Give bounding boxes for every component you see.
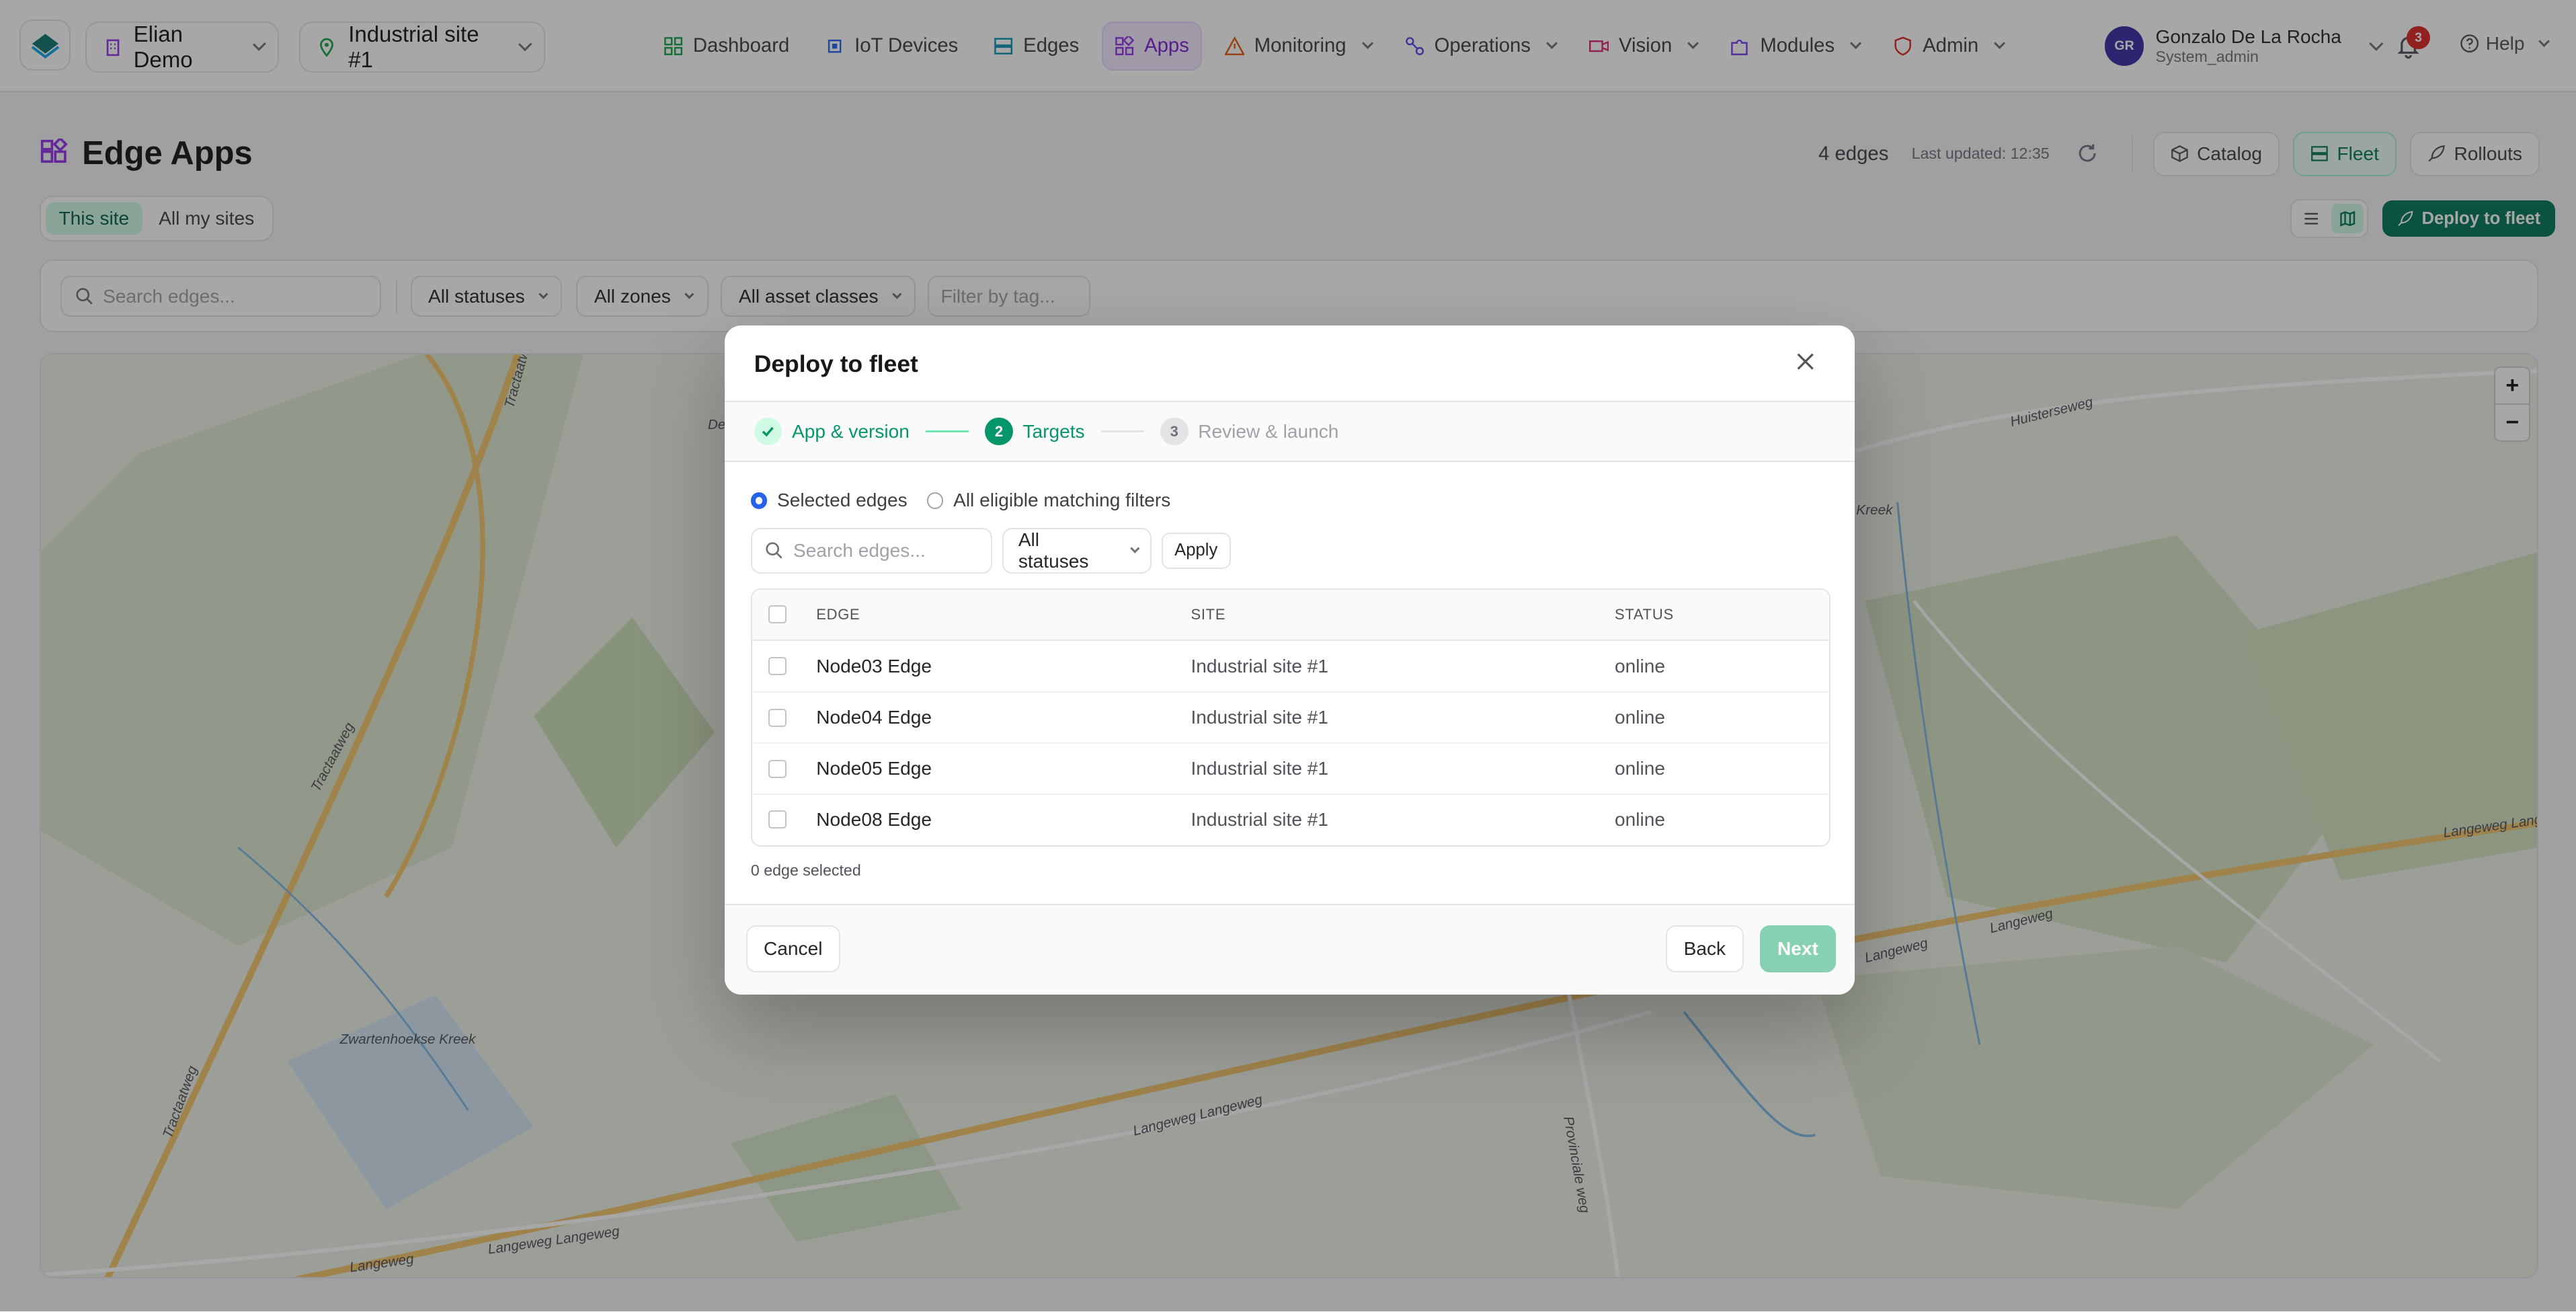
radio-all-eligible[interactable] [926, 492, 944, 509]
edge-status: online [1614, 758, 1665, 779]
edge-site: Industrial site #1 [1191, 707, 1329, 728]
step-connector [1101, 430, 1144, 432]
step-targets: Targets [1022, 420, 1085, 442]
select-all-checkbox[interactable] [768, 605, 787, 624]
table-row[interactable]: Node08 Edge Industrial site #1 online [752, 793, 1828, 845]
row-checkbox[interactable] [768, 708, 787, 727]
back-button[interactable]: Back [1666, 925, 1744, 973]
step-review-launch: Review & launch [1198, 420, 1339, 442]
table-row[interactable]: Node03 Edge Industrial site #1 online [752, 641, 1828, 692]
dialog-title: Deploy to fleet [754, 350, 918, 377]
apply-button[interactable]: Apply [1161, 532, 1231, 569]
app-root: Elian Demo Industrial site #1 Dashboard … [0, 0, 2576, 1312]
table-row[interactable]: Node04 Edge Industrial site #1 online [752, 691, 1828, 742]
dialog-search-input[interactable]: Search edges... [750, 527, 993, 574]
search-placeholder: Search edges... [793, 539, 926, 561]
radio-all-eligible-label: All eligible matching filters [953, 490, 1171, 511]
row-checkbox[interactable] [768, 810, 787, 829]
deploy-to-fleet-dialog: Deploy to fleet App & version 2 Targets … [724, 325, 1855, 995]
next-button[interactable]: Next [1759, 925, 1837, 973]
close-icon[interactable] [1796, 352, 1815, 371]
step-app-version[interactable]: App & version [792, 421, 910, 442]
edge-name: Node05 Edge [816, 758, 932, 779]
edge-name: Node04 Edge [816, 707, 932, 728]
edge-name: Node08 Edge [816, 808, 932, 830]
radio-selected-edges-label: Selected edges [776, 490, 908, 511]
step-number: 3 [1160, 417, 1189, 446]
table-row[interactable]: Node05 Edge Industrial site #1 online [752, 742, 1828, 794]
dialog-footer: Cancel Back Next [724, 904, 1855, 995]
step-done-indicator [754, 417, 782, 446]
cancel-button[interactable]: Cancel [746, 925, 840, 973]
edge-status: online [1614, 655, 1665, 677]
wizard-stepper: App & version 2 Targets 3 Review & launc… [724, 401, 1855, 462]
chevron-down-icon [1130, 543, 1139, 553]
selected-count: 0 edge selected [750, 861, 861, 879]
step-connector [926, 430, 969, 432]
table-header: EDGE SITE STATUS [752, 589, 1828, 641]
edge-site: Industrial site #1 [1191, 758, 1329, 779]
row-checkbox[interactable] [768, 657, 787, 675]
status-filter-value: All statuses [1018, 529, 1089, 572]
edge-site: Industrial site #1 [1191, 655, 1329, 677]
search-icon [766, 542, 783, 559]
col-site: SITE [1191, 605, 1226, 623]
edge-site: Industrial site #1 [1191, 808, 1329, 830]
edge-status: online [1614, 707, 1665, 728]
step-number: 2 [985, 417, 1013, 446]
target-mode-radios: Selected edges All eligible matching fil… [750, 490, 1171, 511]
edge-status: online [1614, 808, 1665, 830]
check-icon [762, 427, 774, 437]
col-status: STATUS [1614, 605, 1674, 623]
edges-table: EDGE SITE STATUS Node03 Edge Industrial … [750, 588, 1830, 847]
col-edge: EDGE [816, 605, 860, 623]
edge-name: Node03 Edge [816, 655, 932, 677]
radio-selected-edges[interactable] [750, 492, 768, 509]
dialog-status-filter[interactable]: All statuses [1002, 527, 1152, 574]
row-checkbox[interactable] [768, 759, 787, 778]
